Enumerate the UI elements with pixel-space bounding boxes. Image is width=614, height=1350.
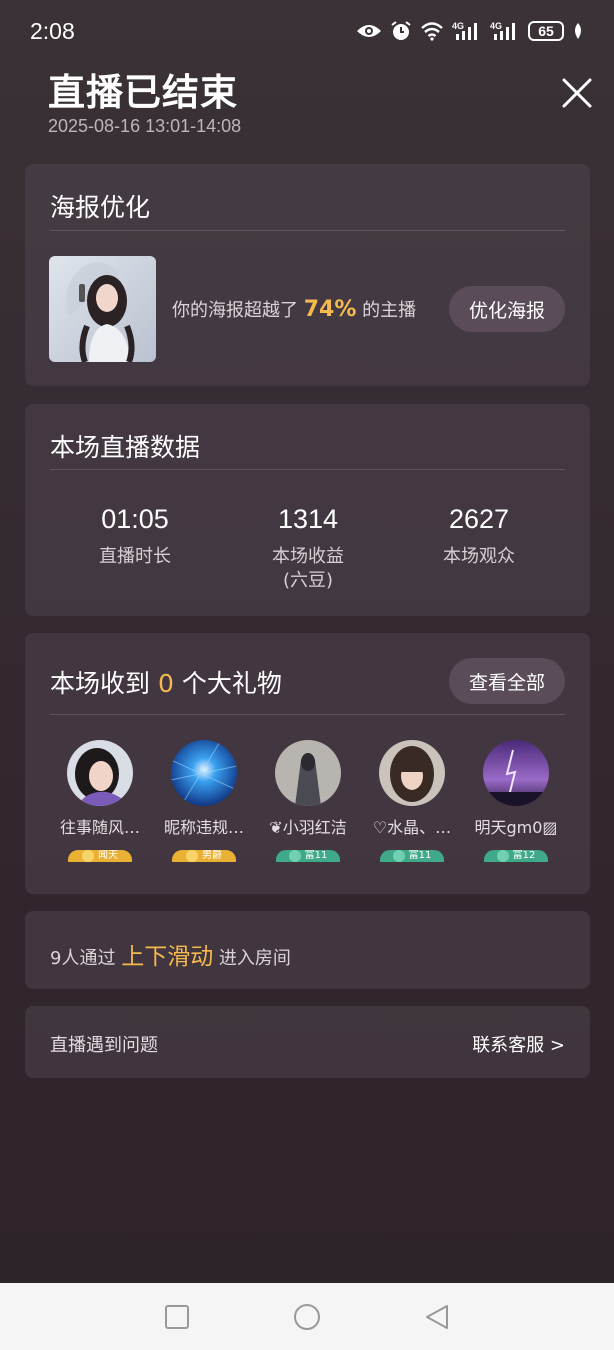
stat-value: 1314 (277, 504, 339, 534)
optimize-poster-button[interactable]: 优化海报 (449, 286, 565, 332)
giver-name: ❦小羽红洁 (269, 818, 347, 837)
gifts-title-suffix: 个大礼物 (181, 669, 282, 698)
gifts-card-title: 本场收到 0 个大礼物 (50, 664, 282, 700)
poster-rank-prefix: 你的海报超越了 (172, 300, 298, 321)
stats-card-title: 本场直播数据 (50, 433, 201, 462)
signal-4g-icon: 4G (490, 21, 515, 40)
stat-value: 2627 (448, 504, 510, 534)
stat-label: 本场观众 (443, 546, 515, 567)
svg-text:4G: 4G (490, 21, 502, 31)
stat-audience: 2627 本场观众 (389, 504, 569, 569)
poster-thumbnail[interactable] (49, 256, 156, 362)
enter-prefix: 9人通过 (50, 948, 116, 969)
divider (50, 469, 565, 470)
square-icon (165, 1305, 189, 1329)
level-badge: 富12 (484, 850, 548, 862)
swipe-highlight: 上下滑动 (121, 944, 214, 970)
divider (50, 230, 565, 231)
system-nav-bar (0, 1283, 614, 1350)
poster-optimize-card: 海报优化 你的海报超越了 74% 的主播 优化海报 (25, 164, 590, 386)
badge-icon (288, 850, 301, 862)
gift-giver-item[interactable]: 明天gm0▨ 富12 (464, 740, 568, 862)
big-gift-count: 0 (157, 669, 174, 698)
badge-text: 富11 (408, 850, 432, 861)
badge-icon (496, 850, 509, 862)
poster-rank-text: 你的海报超越了 74% 的主播 (172, 296, 416, 322)
stat-label: 直播时长 (99, 546, 171, 567)
poster-rank-suffix: 的主播 (362, 300, 417, 321)
giver-name: 昵称违规… (163, 818, 244, 837)
giver-name: 明天gm0▨ (474, 818, 558, 837)
close-icon (562, 78, 592, 108)
contact-support-link[interactable]: 联系客服 > (472, 1031, 565, 1057)
avatar (379, 740, 445, 806)
back-triangle-icon (426, 1305, 448, 1329)
avatar (67, 740, 133, 806)
alarm-icon (391, 21, 411, 40)
giver-name: 往事随风… (59, 818, 140, 837)
avatar (483, 740, 549, 806)
home-button[interactable] (293, 1303, 321, 1331)
gift-giver-item[interactable]: ❦小羽红洁 富11 (256, 740, 360, 862)
gifts-title-prefix: 本场收到 (50, 669, 151, 698)
circle-icon (294, 1304, 320, 1330)
gift-giver-item[interactable]: 昵称违规… 男爵 (152, 740, 256, 862)
view-all-button[interactable]: 查看全部 (449, 658, 565, 704)
badge-icon (186, 850, 198, 862)
svg-text:4G: 4G (452, 21, 464, 31)
enter-room-text: 9人通过 上下滑动 进入房间 (50, 937, 291, 971)
leaf-icon (575, 23, 581, 39)
poster-rank-percent: 74% (303, 297, 357, 322)
live-time-range: 2025-08-16 13:01-14:08 (48, 116, 242, 136)
avatar (275, 740, 341, 806)
level-badge: 男爵 (172, 850, 236, 862)
help-text: 直播遇到问题 (50, 1035, 158, 1056)
enter-suffix: 进入房间 (218, 948, 291, 969)
gift-giver-item[interactable]: ♡水晶、… 富11 (360, 740, 464, 862)
help-card[interactable]: 直播遇到问题 联系客服 > (25, 1006, 590, 1078)
divider (50, 714, 565, 715)
level-badge: 富11 (380, 850, 444, 862)
enter-room-card: 9人通过 上下滑动 进入房间 (25, 911, 590, 989)
poster-card-title: 海报优化 (50, 193, 151, 222)
back-button[interactable] (423, 1303, 451, 1331)
badge-text: 闻天 (98, 850, 118, 861)
signal-4g-icon: 4G (452, 21, 477, 40)
badge-text: 男爵 (202, 850, 222, 861)
badge-icon (392, 850, 405, 862)
page-title: 直播已结束 (48, 71, 238, 114)
level-badge: 富11 (276, 850, 340, 862)
close-button[interactable] (558, 74, 596, 112)
stat-duration: 01:05 直播时长 (45, 504, 225, 569)
status-bar: 2:08 4G 4G 65 (0, 0, 614, 62)
status-icons: 4G 4G 65 (356, 18, 584, 44)
badge-icon (82, 850, 94, 862)
recent-apps-button[interactable] (163, 1303, 191, 1331)
stat-label: 本场收益 (六豆) (272, 546, 344, 591)
battery-icon: 65 (528, 21, 564, 41)
eye-icon (357, 25, 381, 37)
stat-value: 01:05 (101, 504, 169, 534)
avatar (171, 740, 237, 806)
level-badge: 闻天 (68, 850, 132, 862)
wifi-icon (421, 22, 443, 41)
stat-income: 1314 本场收益 (六豆) (218, 504, 398, 593)
badge-text: 富12 (512, 850, 536, 861)
status-time: 2:08 (30, 18, 75, 44)
badge-text: 富11 (304, 850, 328, 861)
gift-giver-item[interactable]: 往事随风… 闻天 (48, 740, 152, 862)
gifts-card: 本场收到 0 个大礼物 查看全部 往事随风… 闻天 昵称违规… 男爵 ❦小羽红洁… (25, 633, 590, 894)
giver-name: ♡水晶、… (372, 818, 452, 837)
live-stats-card: 本场直播数据 01:05 直播时长 1314 本场收益 (六豆) 2627 本场… (25, 404, 590, 616)
